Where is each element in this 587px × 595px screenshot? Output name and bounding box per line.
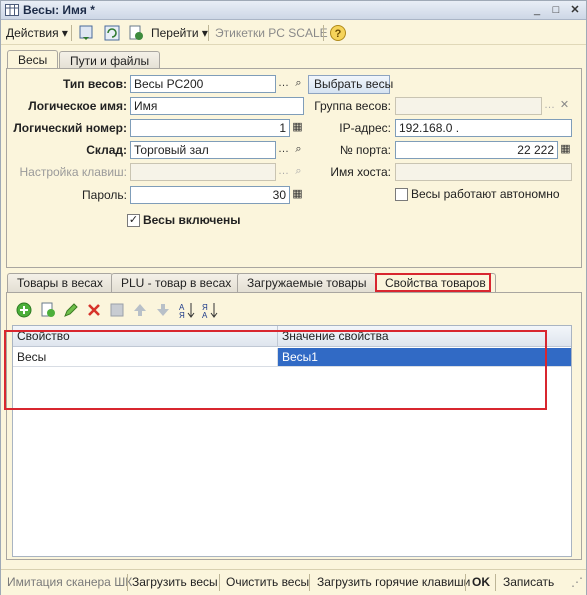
warehouse-field[interactable]: Торговый зал — [130, 141, 276, 159]
move-down-icon[interactable] — [154, 301, 172, 319]
copy-document-icon[interactable] — [127, 24, 145, 42]
toolbar: Действия ▾ Перейти ▾ Этикетки PC SCALE ? — [1, 21, 586, 45]
tab-label: Загружаемые товары — [247, 276, 367, 290]
resize-grip-icon[interactable]: ⋰ — [571, 575, 583, 589]
ellipsis-icon[interactable]: … — [276, 141, 291, 159]
command-separator — [465, 574, 466, 591]
move-up-icon[interactable] — [131, 301, 149, 319]
scanner-simulation-button[interactable]: Имитация сканера ШК — [7, 575, 132, 589]
logical-name-label: Логическое имя: — [28, 99, 127, 113]
toolbar-separator — [71, 25, 72, 41]
title-bar: Весы: Имя * _ □ ✕ — [1, 1, 586, 20]
table-icon — [5, 4, 19, 16]
clear-icon[interactable]: ✕ — [557, 97, 572, 115]
tab-loaded-goods[interactable]: Загружаемые товары — [237, 273, 377, 292]
search-icon[interactable]: ⌕ — [291, 163, 306, 181]
document-window: Весы: Имя * _ □ ✕ Действия ▾ Перейти ▾ Э… — [0, 0, 587, 595]
tab-plu-goods[interactable]: PLU - товар в весах — [111, 273, 242, 292]
tab-goods-in-scales[interactable]: Товары в весах — [7, 273, 113, 292]
command-separator — [127, 574, 128, 591]
save-close-icon[interactable] — [77, 24, 95, 42]
ellipsis-icon[interactable]: … — [542, 97, 557, 115]
svg-text:Я: Я — [179, 311, 185, 319]
load-hotkeys-button[interactable]: Загрузить горячие клавиши — [317, 575, 470, 589]
write-button[interactable]: Записать — [503, 575, 554, 589]
tab-label: Товары в весах — [17, 276, 103, 290]
calculator-icon[interactable]: ▦ — [558, 141, 573, 159]
password-field[interactable]: 30 — [130, 186, 290, 204]
command-separator — [309, 574, 310, 591]
svg-text:?: ? — [335, 28, 342, 40]
minimize-icon[interactable]: _ — [529, 3, 545, 17]
close-icon[interactable]: ✕ — [567, 3, 583, 17]
calculator-icon[interactable]: ▦ — [290, 186, 305, 204]
load-scales-button[interactable]: Загрузить весы — [132, 575, 218, 589]
port-label: № порта: — [339, 143, 391, 157]
port-field[interactable]: 22 222 — [395, 141, 558, 159]
scale-group-label: Группа весов: — [314, 99, 391, 113]
tab-label: Пути и файлы — [70, 54, 150, 68]
ellipsis-icon[interactable]: … — [276, 75, 291, 93]
tab-scales[interactable]: Весы — [7, 50, 59, 70]
host-name-field[interactable] — [395, 163, 572, 181]
enabled-label: Весы включены — [143, 213, 241, 227]
logical-number-field[interactable]: 1 — [130, 119, 290, 137]
tab-label: PLU - товар в весах — [121, 276, 232, 290]
calculator-icon[interactable]: ▦ — [290, 119, 305, 137]
command-separator — [495, 574, 496, 591]
autonomous-label: Весы работают автономно — [411, 187, 560, 201]
refresh-icon[interactable] — [103, 24, 121, 42]
enabled-checkbox[interactable]: ✓ — [127, 214, 140, 227]
clear-scales-button[interactable]: Очистить весы — [226, 575, 309, 589]
toolbar-separator — [323, 25, 324, 41]
sort-descending-icon[interactable]: Я А — [201, 301, 219, 319]
add-icon[interactable] — [15, 301, 33, 319]
delete-icon[interactable] — [85, 301, 103, 319]
ip-address-field[interactable]: 192.168.0 . — [395, 119, 572, 137]
command-separator — [219, 574, 220, 591]
goto-menu[interactable]: Перейти ▾ — [151, 25, 208, 41]
highlight-box — [375, 273, 491, 292]
ellipsis-icon[interactable]: … — [276, 163, 291, 181]
keys-setup-field[interactable] — [130, 163, 276, 181]
host-name-label: Имя хоста: — [330, 165, 391, 179]
choose-scales-button[interactable]: Выбрать весы — [308, 75, 393, 94]
goto-label: Перейти — [151, 26, 199, 40]
actions-label: Действия — [6, 26, 59, 40]
ok-button[interactable]: OK — [472, 575, 490, 589]
help-icon[interactable]: ? — [329, 24, 347, 42]
logical-name-field[interactable]: Имя — [130, 97, 304, 115]
command-bar: Имитация сканера ШК Загрузить весы Очист… — [1, 569, 586, 595]
search-icon[interactable]: ⌕ — [291, 75, 306, 93]
warehouse-label: Склад: — [86, 143, 127, 157]
scale-type-label: Тип весов: — [63, 77, 127, 91]
ip-address-label: IP-адрес: — [339, 121, 391, 135]
highlight-box — [4, 330, 547, 410]
scale-type-field[interactable]: Весы PC200 — [130, 75, 276, 93]
edit-icon[interactable] — [62, 301, 80, 319]
password-label: Пароль: — [82, 188, 127, 202]
logical-number-label: Логический номер: — [13, 121, 127, 135]
toolbar-separator — [208, 25, 209, 41]
end-edit-icon[interactable] — [108, 301, 126, 319]
autonomous-checkbox[interactable] — [395, 188, 408, 201]
sort-ascending-icon[interactable]: А Я — [178, 301, 196, 319]
maximize-icon[interactable]: □ — [548, 3, 564, 17]
tab-label: Весы — [18, 53, 48, 67]
copy-row-icon[interactable] — [39, 301, 57, 319]
window-title: Весы: Имя * — [23, 3, 95, 17]
svg-text:А: А — [202, 311, 208, 319]
keys-setup-label: Настройка клавиш: — [19, 165, 127, 179]
labels-pc-scale-button[interactable]: Этикетки PC SCALE — [215, 25, 328, 41]
search-icon[interactable]: ⌕ — [291, 141, 306, 159]
actions-menu[interactable]: Действия ▾ — [6, 25, 68, 41]
scale-group-field[interactable] — [395, 97, 542, 115]
